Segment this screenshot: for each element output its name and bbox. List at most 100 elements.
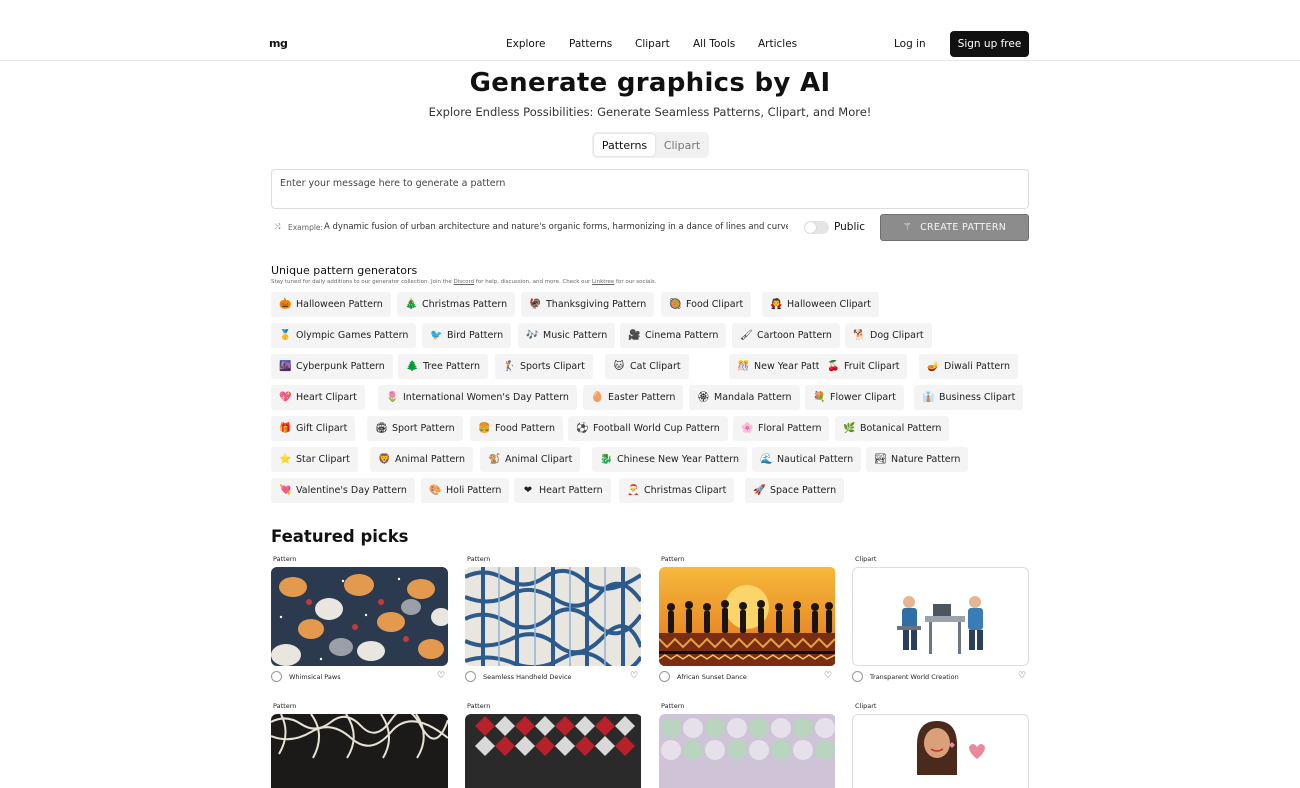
generator-chip-label: Bird Pattern [447, 330, 504, 341]
generator-chip-icon: 🐕 [853, 330, 866, 341]
nav-all-tools[interactable]: All Tools [693, 38, 735, 50]
card-type-label: Pattern [273, 702, 297, 710]
generator-chip-icon: 🎶 [526, 330, 539, 341]
generator-chip[interactable]: 🏟 Sport Pattern [367, 416, 463, 441]
tab-patterns[interactable]: Patterns [594, 134, 655, 156]
generator-chip[interactable]: 🚀 Space Pattern [745, 478, 845, 503]
site-logo[interactable]: mg [269, 37, 288, 50]
generator-chip-icon: 🎊 [737, 361, 750, 372]
generator-chip[interactable]: 💘 Valentine's Day Pattern [271, 478, 415, 503]
tab-clipart[interactable]: Clipart [658, 134, 706, 156]
generator-chip[interactable]: 🥚 Easter Pattern [583, 385, 684, 410]
thumb-pastel-circles-pattern[interactable] [659, 714, 836, 788]
generator-chip[interactable]: 🌲 Tree Pattern [398, 354, 488, 379]
generator-chip[interactable]: 🎨 Holi Pattern [421, 478, 510, 503]
card-title[interactable]: Whimsical Paws [289, 673, 341, 681]
generator-chip[interactable]: 🎄 Christmas Pattern [397, 292, 516, 317]
card-type-label: Clipart [855, 702, 877, 710]
generator-chip-label: International Women's Day Pattern [403, 392, 569, 403]
generator-chip-label: Sport Pattern [392, 423, 455, 434]
generator-chip[interactable]: 🧛 Halloween Clipart [762, 292, 879, 317]
signup-button[interactable]: Sign up free [950, 31, 1029, 57]
card-title[interactable]: African Sunset Dance [677, 673, 747, 681]
generator-chip[interactable]: ⭐ Star Clipart [271, 447, 358, 472]
generator-chip[interactable]: ⚽ Football World Cup Pattern [568, 416, 728, 441]
generator-chip[interactable]: 🌸 Floral Pattern [733, 416, 830, 441]
shuffle-icon[interactable]: ⤨ [274, 222, 284, 232]
generator-chip[interactable]: ❤ Heart Pattern [514, 478, 611, 503]
toggle-knob [805, 222, 816, 233]
heart-icon[interactable]: ♡ [1018, 671, 1026, 681]
top-navbar: mg Explore Patterns Clipart All Tools Ar… [0, 0, 1300, 61]
generator-chip-label: Heart Pattern [539, 485, 603, 496]
generator-chip[interactable]: 🐦 Bird Pattern [422, 323, 512, 348]
heart-icon[interactable]: ♡ [630, 671, 638, 681]
thumb-sunset-dance-pattern[interactable] [659, 567, 836, 666]
generator-chip[interactable]: 🎥 Cinema Pattern [620, 323, 727, 348]
generator-chip[interactable]: 🦃 Thanksgiving Pattern [521, 292, 655, 317]
nav-articles[interactable]: Articles [758, 38, 797, 50]
author-avatar[interactable] [465, 671, 476, 682]
generator-chip[interactable]: 🏌 Sports Clipart [495, 354, 593, 379]
generator-chip[interactable]: 🏵 Mandala Pattern [689, 385, 800, 410]
generator-chip-icon: 🍔 [478, 423, 491, 434]
generator-chip[interactable]: 🪔 Diwali Pattern [919, 354, 1019, 379]
generator-chip-icon: 🥚 [591, 392, 604, 403]
public-toggle[interactable] [804, 221, 829, 234]
generator-chip[interactable]: 🌆 Cyberpunk Pattern [271, 354, 393, 379]
generator-chip[interactable]: 🎶 Music Pattern [518, 323, 616, 348]
card-title[interactable]: Seamless Handheld Device [483, 673, 572, 681]
generator-chip[interactable]: 🏞 Nature Pattern [866, 447, 969, 472]
generator-chip[interactable]: 🎃 Halloween Pattern [271, 292, 391, 317]
heart-icon[interactable]: ♡ [437, 671, 445, 681]
author-avatar[interactable] [852, 671, 863, 682]
generator-chip[interactable]: 🌷 International Women's Day Pattern [378, 385, 577, 410]
generator-chip[interactable]: 🌿 Botanical Pattern [835, 416, 950, 441]
author-avatar[interactable] [659, 671, 670, 682]
generator-chip-icon: 🎁 [279, 423, 292, 434]
linktree-link[interactable]: Linktree [592, 279, 614, 285]
generator-chip[interactable]: 🐱 Cat Clipart [605, 354, 689, 379]
generator-chip[interactable]: 🌊 Nautical Pattern [752, 447, 862, 472]
author-avatar[interactable] [271, 671, 282, 682]
generator-chip[interactable]: 🖌 Cartoon Pattern [732, 323, 840, 348]
generator-chip[interactable]: 🎅 Christmas Clipart [619, 478, 735, 503]
example-prompt-text[interactable]: A dynamic fusion of urban architecture a… [324, 222, 788, 232]
thumb-blue-device-pattern[interactable] [465, 567, 642, 666]
generator-chip[interactable]: 🐒 Animal Clipart [480, 447, 581, 472]
heart-icon[interactable]: ♡ [824, 671, 832, 681]
nav-patterns[interactable]: Patterns [569, 38, 612, 50]
create-pattern-button[interactable]: ⚚ CREATE PATTERN [880, 214, 1029, 241]
generator-chip[interactable]: 🎁 Gift Clipart [271, 416, 356, 441]
generator-chip-label: Tree Pattern [423, 361, 480, 372]
thumb-office-clipart[interactable] [852, 567, 1029, 666]
generator-chip[interactable]: 🐕 Dog Clipart [845, 323, 932, 348]
create-pattern-label: CREATE PATTERN [920, 222, 1007, 233]
nav-explore[interactable]: Explore [506, 38, 545, 50]
card-title[interactable]: Transparent World Creation [870, 673, 959, 681]
thumb-cats-pattern[interactable] [271, 567, 448, 666]
generator-chip[interactable]: 🍒 Fruit Clipart [819, 354, 908, 379]
discord-link[interactable]: Discord [453, 279, 474, 285]
generator-chip[interactable]: 🦁 Animal Pattern [370, 447, 474, 472]
generator-chip[interactable]: 💐 Flower Clipart [805, 385, 904, 410]
thumb-woman-heart-clipart[interactable] [852, 714, 1029, 788]
generator-chip[interactable]: 💖 Heart Clipart [271, 385, 365, 410]
note-text-3: for our socials. [614, 279, 657, 285]
nav-clipart[interactable]: Clipart [635, 38, 670, 50]
login-link[interactable]: Log in [894, 38, 926, 50]
generator-chip[interactable]: 👔 Business Clipart [914, 385, 1024, 410]
generator-chip-icon: ⚽ [576, 423, 589, 434]
generator-chip-label: Food Clipart [686, 299, 744, 310]
generator-chip[interactable]: 🍔 Food Pattern [470, 416, 563, 441]
generator-chip[interactable]: 🥇 Olympic Games Pattern [271, 323, 417, 348]
generator-chip-label: Thanksgiving Pattern [546, 299, 647, 310]
thumb-red-diamond-pattern[interactable] [465, 714, 642, 788]
magic-wand-icon: ⚚ [902, 222, 913, 233]
generator-chip[interactable]: 🐉 Chinese New Year Pattern [592, 447, 748, 472]
prompt-input[interactable]: Enter your message here to generate a pa… [271, 169, 1029, 209]
generator-chip-label: Cinema Pattern [645, 330, 719, 341]
generators-note: Stay tuned for daily additions to our ge… [271, 279, 657, 285]
thumb-tangle-pattern[interactable] [271, 714, 448, 788]
generator-chip[interactable]: 🥘 Food Clipart [661, 292, 752, 317]
